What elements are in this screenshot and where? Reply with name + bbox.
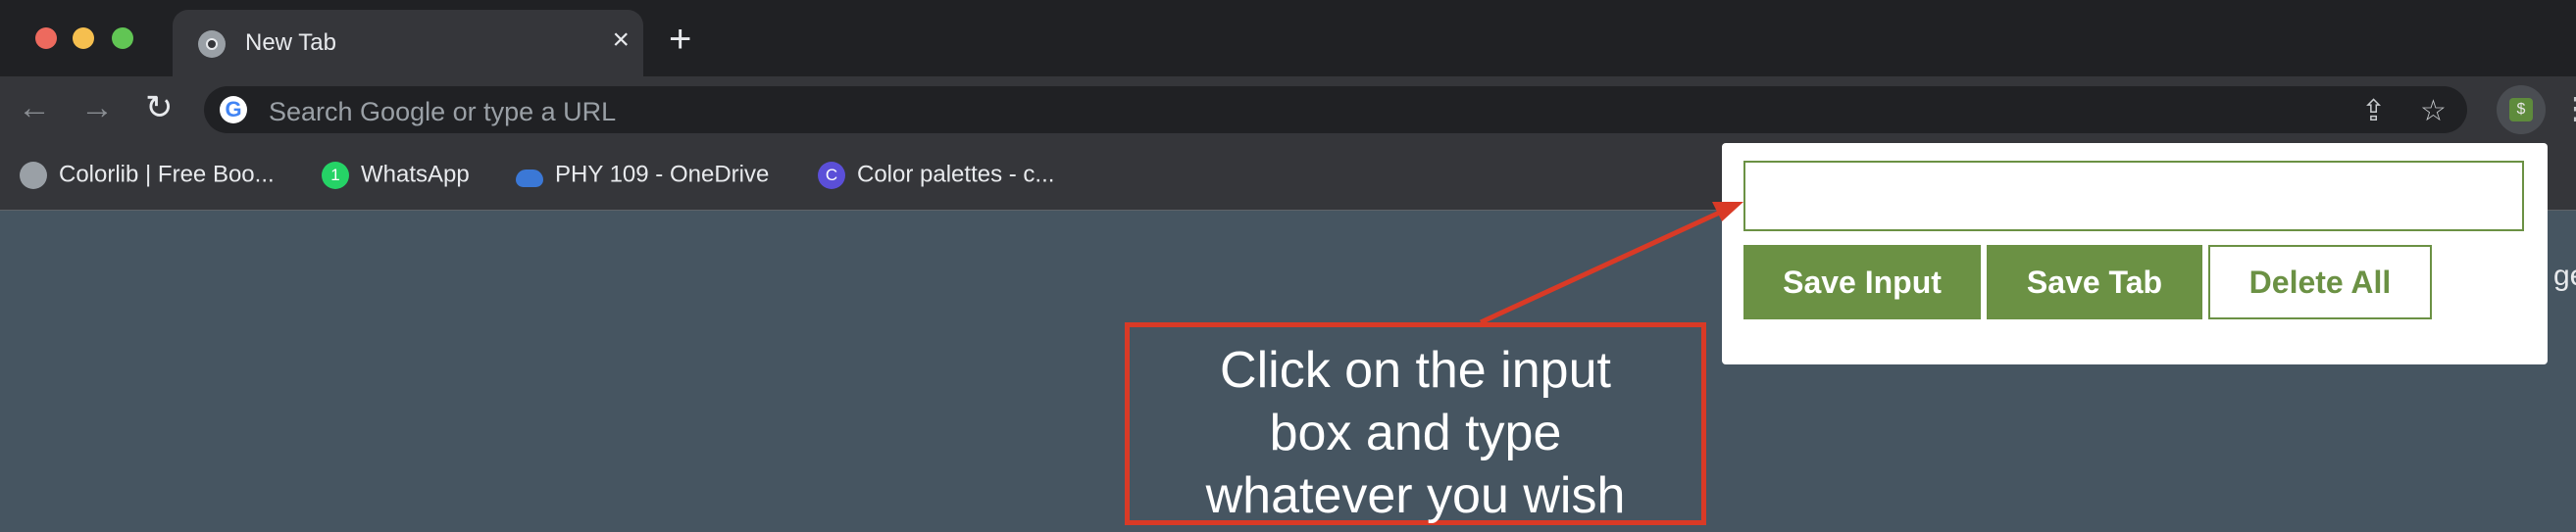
annotation-line-2: box and type: [1269, 405, 1562, 461]
annotation-callout: Click on the input box and type whatever…: [1125, 322, 1706, 525]
annotation-text: Click on the input box and type whatever…: [1130, 339, 1701, 527]
annotation-arrow-line: [1479, 207, 1728, 325]
annotation-line-3: whatever you wish: [1205, 467, 1626, 524]
annotation-line-1: Click on the input: [1220, 342, 1611, 399]
